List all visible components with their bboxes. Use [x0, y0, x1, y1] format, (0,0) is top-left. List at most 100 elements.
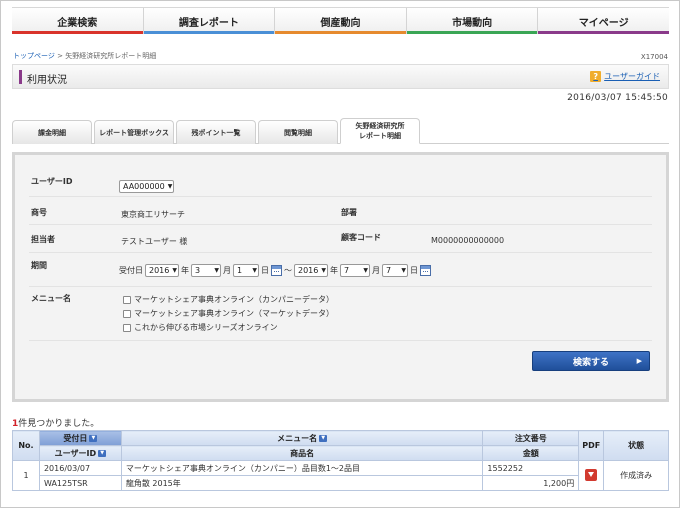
title-accent	[19, 70, 22, 84]
user-id-select[interactable]: AA000000 ▼	[119, 180, 175, 193]
user-guide-label: ユーザーガイド	[604, 72, 660, 81]
month-unit: 月	[371, 266, 380, 275]
header-status: 状態	[603, 430, 669, 461]
customer-code-label: 顧客コード	[341, 233, 381, 242]
search-button-label: 検索する	[572, 357, 609, 368]
sort-icon[interactable]: ▼	[98, 449, 107, 457]
day-unit: 日	[260, 266, 269, 275]
period-inputs: 受付日 2016 ▼ 年 3 ▼ 月 1 ▼ 日 〜 2016 ▼ 年 7 ▼ 月 7 ▼ …	[119, 264, 431, 277]
department-label: 部署	[341, 208, 357, 217]
table-header-row: No. 受付日 ▼ メニュー名 ▼ 注文番号 PDF 状態	[12, 430, 669, 461]
breadcrumb-current: 矢野経済研究所レポート明細	[65, 52, 157, 60]
year-unit: 年	[180, 266, 189, 275]
header-received-date[interactable]: 受付日 ▼	[38, 430, 122, 446]
nav-accent-bar	[12, 31, 143, 34]
menu-option-label: これから伸びる市場シリーズオンライン	[134, 323, 278, 332]
calendar-icon[interactable]	[419, 265, 431, 276]
header-user-id[interactable]: ユーザーID ▼	[38, 445, 122, 461]
tab-remaining-points[interactable]: 残ポイント一覧	[176, 120, 256, 144]
menu-option-label: マーケットシェア事典オンライン（マーケットデータ）	[134, 309, 334, 318]
row-order-number: 1552252	[482, 460, 580, 476]
row-status: 作成済み	[603, 460, 669, 491]
tab-browsing-details[interactable]: 閲覧明細	[258, 120, 338, 144]
search-button[interactable]: 検索する ▶	[532, 351, 650, 371]
sort-icon[interactable]: ▼	[89, 434, 98, 442]
from-day-select[interactable]: 1 ▼	[232, 264, 259, 277]
chevron-down-icon: ▼	[321, 267, 326, 274]
nav-company-search[interactable]: 企業検索	[12, 8, 143, 34]
row-no: 1	[12, 460, 40, 491]
chevron-down-icon: ▼	[252, 267, 257, 274]
search-form-panel: ユーザーID AA000000 ▼ 商号 東京商工リサーチ 部署 担当者 テストユ…	[12, 152, 669, 402]
menu-checkbox[interactable]	[123, 309, 131, 318]
customer-code-value: M0000000000000	[431, 236, 505, 245]
tab-report-box[interactable]: レポート管理ボックス	[94, 120, 174, 144]
header-received-label: 受付日	[63, 433, 88, 443]
month-unit: 月	[222, 266, 231, 275]
from-year-value: 2016	[149, 266, 170, 275]
row-product-name: 龍角散 2015年	[120, 475, 484, 491]
menu-label: メニュー名	[31, 294, 71, 303]
nav-research-report[interactable]: 調査レポート	[142, 8, 275, 34]
nav-accent-bar	[538, 31, 669, 34]
tab-yano-report-details[interactable]: 矢野経済研究所 レポート明細	[340, 118, 420, 144]
header-pdf: PDF	[578, 430, 605, 461]
nav-label: 市場動向	[452, 17, 493, 29]
chevron-down-icon: ▼	[401, 267, 406, 274]
tab-bar: 課金明細 レポート管理ボックス 残ポイント一覧 閲覧明細 矢野経済研究所 レポー…	[12, 104, 669, 144]
menu-checkbox[interactable]	[123, 295, 131, 304]
breadcrumb-home-link[interactable]: トップページ	[13, 52, 55, 60]
menu-option[interactable]: マーケットシェア事典オンライン（カンパニーデータ）	[123, 294, 334, 305]
company-label: 商号	[31, 208, 47, 217]
question-icon: ?	[590, 71, 602, 82]
row-pdf-cell	[578, 460, 605, 491]
to-year-select[interactable]: 2016 ▼	[293, 264, 328, 277]
menu-option-label: マーケットシェア事典オンライン（カンパニーデータ）	[134, 295, 334, 304]
from-month-select[interactable]: 3 ▼	[190, 264, 221, 277]
to-month-select[interactable]: 7 ▼	[339, 264, 370, 277]
calendar-icon[interactable]	[270, 265, 282, 276]
nav-accent-bar	[275, 31, 406, 34]
to-year-value: 2016	[297, 266, 319, 275]
nav-label: マイページ	[578, 17, 629, 29]
chevron-down-icon: ▼	[172, 267, 177, 274]
to-day-select[interactable]: 7 ▼	[381, 264, 408, 277]
range-separator: 〜	[283, 266, 292, 275]
page-title-bar: 利用状況 ? ユーザーガイド	[12, 64, 669, 89]
day-unit: 日	[409, 266, 418, 275]
table-row: 1 2016/03/07 マーケットシェア事典オンライン（カンパニー）品目数1〜…	[12, 460, 669, 491]
menu-option-list: マーケットシェア事典オンライン（カンパニーデータ） マーケットシェア事典オンライ…	[123, 294, 334, 333]
user-guide-link[interactable]: ? ユーザーガイド	[590, 71, 660, 82]
nav-bankruptcy-trends[interactable]: 倒産動向	[274, 8, 406, 34]
nav-label: 倒産動向	[320, 17, 361, 29]
breadcrumb-separator: >	[57, 52, 63, 60]
company-value: 東京商工リサーチ	[121, 210, 185, 219]
nav-market-trends[interactable]: 市場動向	[405, 8, 538, 34]
chevron-right-icon: ▶	[636, 357, 642, 365]
table-row: WA125TSR 龍角散 2015年 1,200円	[13, 475, 669, 491]
chevron-down-icon: ▼	[214, 267, 219, 274]
results-table: No. 受付日 ▼ メニュー名 ▼ 注文番号 PDF 状態 ユーザーID ▼ 商品名 …	[12, 430, 669, 491]
header-user-id-label: ユーザーID	[54, 448, 97, 458]
person-value: テストユーザー 様	[121, 237, 188, 246]
from-year-select[interactable]: 2016 ▼	[145, 264, 179, 277]
menu-option[interactable]: マーケットシェア事典オンライン（マーケットデータ）	[123, 308, 334, 319]
chevron-down-icon: ▼	[167, 183, 173, 190]
year-unit: 年	[329, 266, 338, 275]
person-label: 担当者	[31, 235, 55, 244]
nav-my-page[interactable]: マイページ	[537, 8, 669, 34]
pdf-download-icon[interactable]	[585, 468, 598, 481]
menu-option[interactable]: これから伸びる市場シリーズオンライン	[123, 322, 334, 333]
header-no: No.	[12, 430, 40, 461]
received-date-label: 受付日	[119, 266, 143, 275]
row-user-id: WA125TSR	[38, 475, 122, 491]
header-menu-name[interactable]: メニュー名 ▼	[120, 430, 484, 446]
table-header-row: ユーザーID ▼ 商品名 金額	[13, 445, 669, 461]
menu-checkbox[interactable]	[123, 323, 131, 332]
global-nav: 企業検索 調査レポート 倒産動向 市場動向 マイページ	[12, 7, 669, 34]
from-day-value: 1	[236, 266, 243, 275]
form-row-person: 担当者 テストユーザー 様 顧客コード M0000000000000	[29, 225, 652, 253]
sort-icon[interactable]: ▼	[319, 434, 328, 442]
tab-billing-details[interactable]: 課金明細	[12, 120, 92, 144]
form-row-company: 商号 東京商工リサーチ 部署	[29, 197, 652, 225]
